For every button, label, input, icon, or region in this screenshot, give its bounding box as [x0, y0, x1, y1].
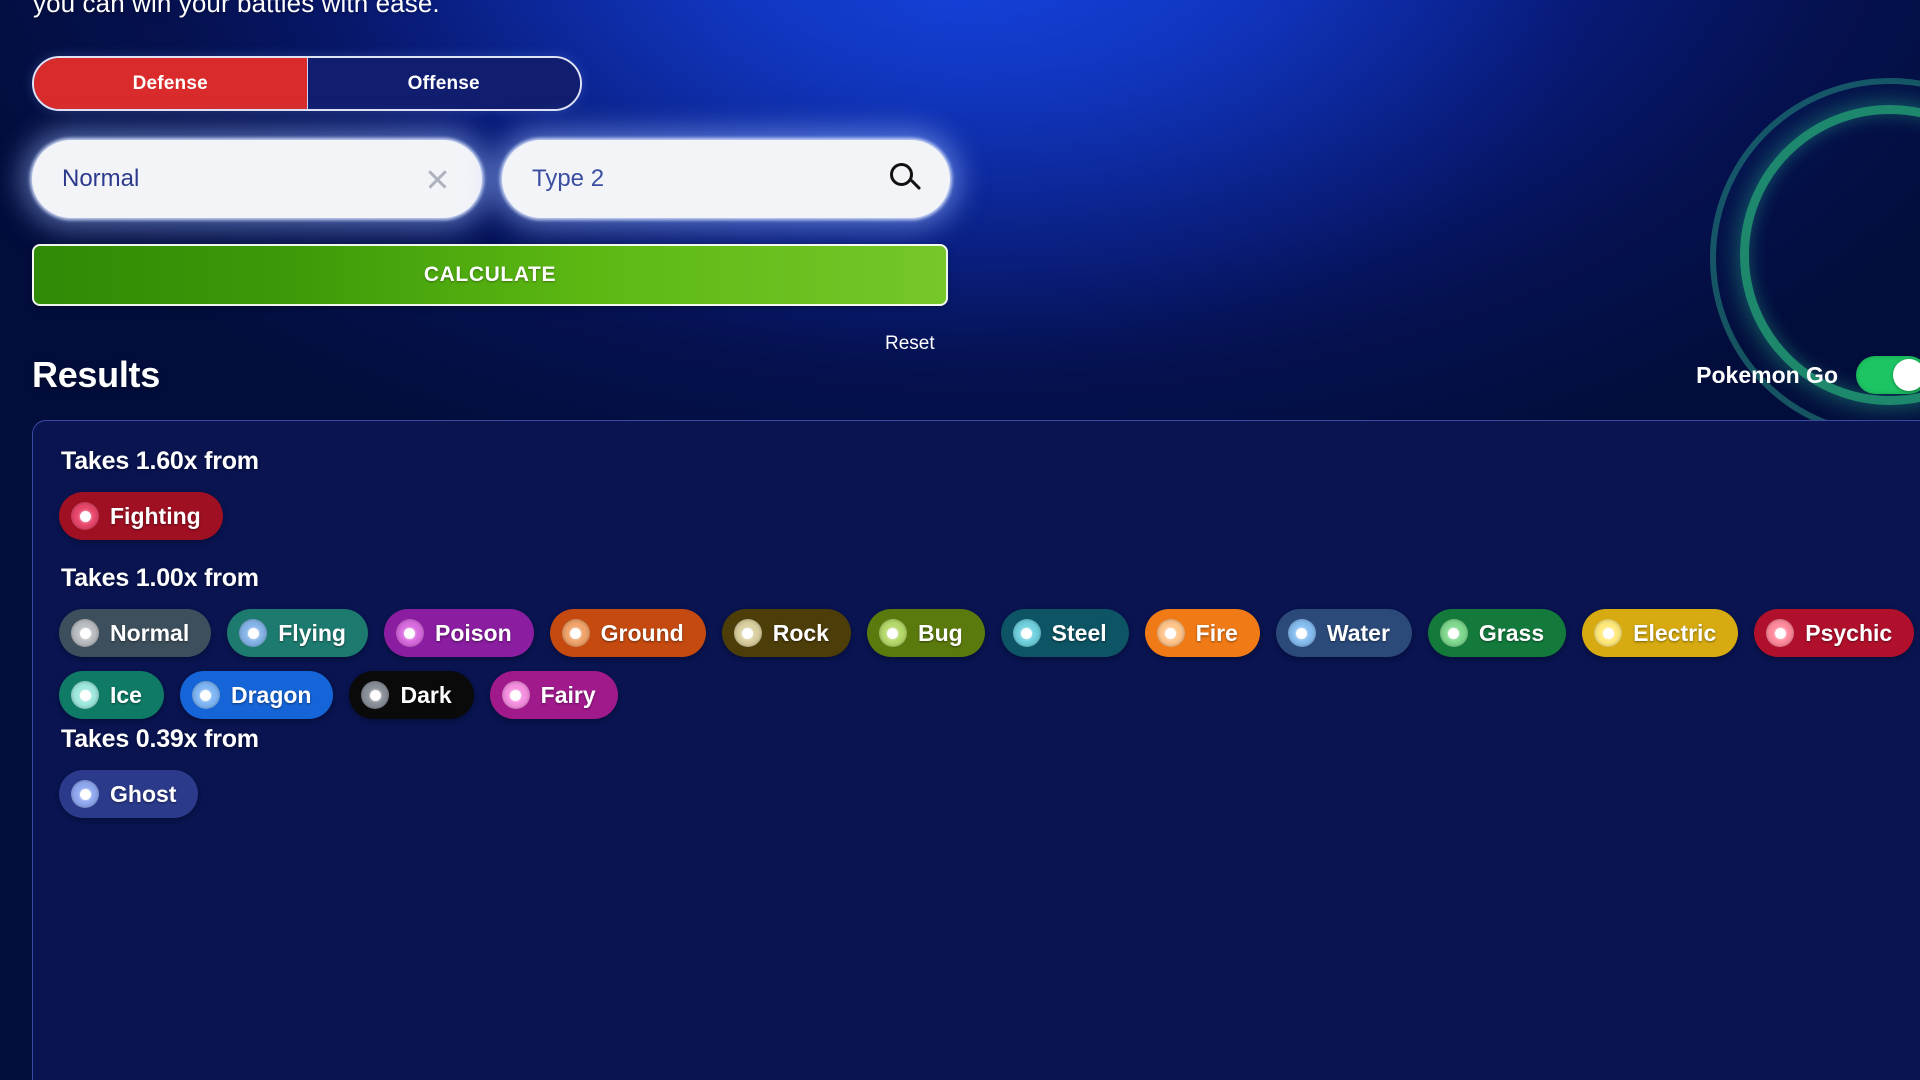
pokemon-go-switch[interactable]: Pokemon Go	[1696, 356, 1920, 394]
type-badge[interactable]: Ghost	[59, 770, 199, 818]
water-type-icon	[1287, 619, 1316, 647]
electric-type-icon	[1594, 619, 1623, 647]
result-group-title: Takes 1.60x from	[61, 447, 259, 475]
type2-field[interactable]: Type 2	[502, 140, 950, 218]
result-group-title: Takes 1.00x from	[61, 564, 259, 592]
type-badge-label: Electric	[1633, 619, 1717, 646]
type-badge-label: Poison	[434, 619, 512, 646]
type-badge[interactable]: Water	[1275, 609, 1412, 657]
type-badge[interactable]: Grass	[1427, 609, 1567, 657]
type-badge[interactable]: Flying	[227, 609, 368, 657]
search-icon[interactable]	[890, 163, 922, 195]
type-badge-label: Steel	[1051, 619, 1107, 646]
close-icon[interactable]	[424, 166, 450, 192]
type2-placeholder: Type 2	[532, 165, 605, 192]
type-badge-label: Psychic	[1805, 619, 1893, 646]
fire-type-icon	[1156, 619, 1185, 647]
type-badge-label: Ground	[600, 619, 684, 646]
type-badge[interactable]: Poison	[383, 609, 534, 657]
type-badge-label: Bug	[917, 619, 963, 646]
fighting-type-icon	[71, 502, 99, 530]
poison-type-icon	[395, 619, 424, 647]
type1-value: Normal	[62, 165, 140, 192]
type-badge[interactable]: Fire	[1144, 609, 1260, 657]
type-badge-label: Flying	[278, 619, 346, 646]
tab-offense[interactable]: Offense	[306, 58, 580, 109]
mode-toggle[interactable]: Defense Offense	[32, 56, 582, 111]
results-panel: Takes 1.60x from Fighting Takes 1.00x from…	[32, 420, 1920, 1080]
grass-type-icon	[1439, 619, 1468, 647]
type-badge-label: Fighting	[110, 502, 201, 529]
type-badge-label: Fire	[1195, 619, 1238, 646]
page-title: Results	[32, 354, 160, 395]
type-badge[interactable]: Ground	[549, 609, 706, 657]
type-badge[interactable]: Normal	[59, 609, 212, 657]
type-badge-label: Water	[1326, 619, 1390, 646]
intro-text: you can win your battles with ease.	[33, 0, 440, 18]
ice-type-icon	[71, 681, 99, 709]
steel-type-icon	[1012, 619, 1041, 647]
dragon-type-icon	[191, 681, 220, 709]
normal-type-icon	[71, 619, 99, 647]
type-badge-label: Fairy	[540, 681, 596, 708]
pokemon-go-toggle[interactable]	[1856, 356, 1920, 394]
type-badge[interactable]: Fighting	[59, 492, 223, 540]
type-badge-list: Ghost	[59, 770, 1920, 818]
rock-type-icon	[733, 619, 762, 647]
type-badge-label: Dark	[400, 681, 452, 708]
type-badge-label: Normal	[110, 619, 190, 646]
result-group: Takes 1.60x from Fighting	[59, 447, 1920, 540]
type-badge[interactable]: Dark	[349, 671, 474, 719]
result-group: Takes 1.00x from Normal Flying Poison Ground…	[59, 564, 1920, 719]
bug-type-icon	[878, 619, 907, 647]
type-badge-label: Ice	[110, 681, 142, 708]
type-badge[interactable]: Fairy	[489, 671, 618, 719]
type-badge[interactable]: Dragon	[179, 671, 334, 719]
type-badge[interactable]: Ice	[59, 671, 164, 719]
ghost-type-icon	[71, 780, 99, 808]
result-group-title: Takes 0.39x from	[61, 725, 259, 753]
type-badge[interactable]: Steel	[1000, 609, 1129, 657]
ground-type-icon	[561, 619, 590, 647]
pokemon-go-label: Pokemon Go	[1696, 361, 1838, 388]
type-badge[interactable]: Rock	[721, 609, 851, 657]
type-badge-label: Dragon	[230, 681, 312, 708]
flying-type-icon	[239, 619, 268, 647]
type1-field[interactable]: Normal	[32, 140, 482, 218]
type-badge-label: Rock	[772, 619, 829, 646]
type-badge-list: Normal Flying Poison Ground Rock Bug Steel Fire…	[59, 609, 1920, 719]
fairy-type-icon	[501, 681, 530, 709]
reset-link[interactable]: Reset	[885, 333, 935, 355]
type-badge-label: Grass	[1478, 619, 1545, 646]
type-badge-label: Ghost	[110, 780, 177, 807]
calculate-button[interactable]: CALCULATE	[32, 244, 948, 306]
tab-defense[interactable]: Defense	[34, 58, 307, 109]
dark-type-icon	[361, 681, 390, 709]
type-badge-list: Fighting	[59, 492, 1920, 540]
result-group: Takes 0.39x from Ghost	[59, 725, 1920, 818]
type-badge[interactable]: Bug	[866, 609, 985, 657]
type-inputs: Normal Type 2	[32, 140, 950, 218]
type-badge[interactable]: Electric	[1582, 609, 1739, 657]
type-badge[interactable]: Psychic	[1754, 609, 1915, 657]
psychic-type-icon	[1766, 619, 1795, 647]
